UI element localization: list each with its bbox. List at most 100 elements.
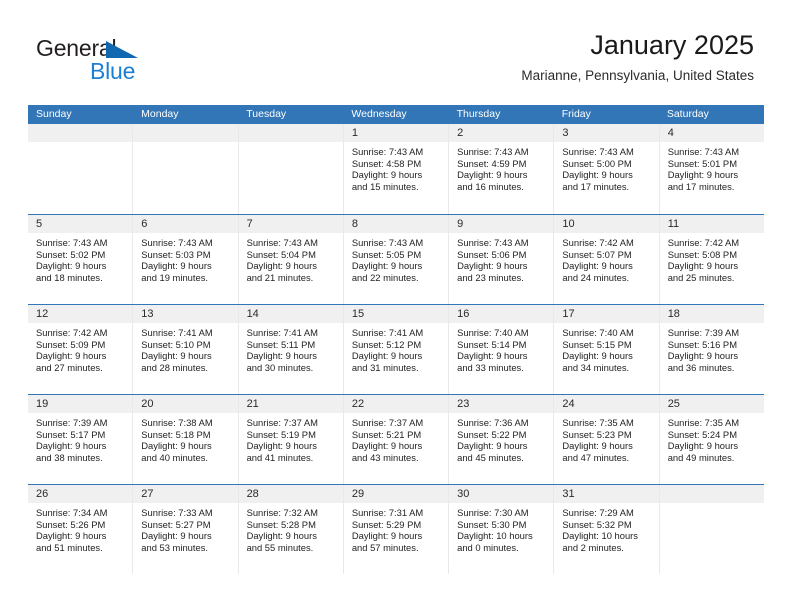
calendar-cell-day[interactable]: 26 Sunrise: 7:34 AM Sunset: 5:26 PM Dayligh…	[28, 485, 133, 574]
day-number: 16	[449, 305, 554, 323]
title-block: January 2025 Marianne, Pennsylvania, Uni…	[521, 28, 754, 85]
calendar-cell-day[interactable]: 11 Sunrise: 7:42 AM Sunset: 5:08 PM Dayligh…	[658, 215, 764, 304]
daylight-text-line1: Daylight: 9 hours	[351, 440, 423, 452]
day-details: Sunrise: 7:43 AM Sunset: 5:02 PM Daylight:…	[28, 233, 132, 283]
calendar-week-row: 26 Sunrise: 7:34 AM Sunset: 5:26 PM Dayligh…	[28, 484, 764, 574]
day-details: Sunrise: 7:39 AM Sunset: 5:17 PM Daylight:…	[28, 413, 132, 463]
sunrise-text: Sunrise: 7:39 AM	[667, 327, 740, 338]
day-details: Sunrise: 7:43 AM Sunset: 5:00 PM Daylight:…	[554, 142, 658, 192]
daylight-text-line2: and 17 minutes.	[562, 180, 630, 192]
calendar-cell-day[interactable]: 14 Sunrise: 7:41 AM Sunset: 5:11 PM Dayligh…	[237, 305, 343, 394]
daylight-text-line1: Daylight: 9 hours	[36, 530, 107, 542]
day-number: 14	[238, 305, 343, 323]
sunset-text: Sunset: 5:14 PM	[457, 338, 527, 350]
day-details: Sunrise: 7:30 AM Sunset: 5:30 PM Daylight:…	[449, 503, 553, 553]
day-details: Sunrise: 7:35 AM Sunset: 5:24 PM Daylight:…	[660, 413, 764, 463]
daylight-text-line2: and 25 minutes.	[667, 271, 735, 283]
sunset-text: Sunset: 5:17 PM	[36, 428, 106, 440]
calendar-cell-day[interactable]: 27 Sunrise: 7:33 AM Sunset: 5:27 PM Dayligh…	[132, 485, 238, 574]
day-number: 29	[343, 485, 449, 503]
calendar-cell-day[interactable]: 30 Sunrise: 7:30 AM Sunset: 5:30 PM Dayligh…	[448, 485, 554, 574]
daylight-text-line1: Daylight: 9 hours	[562, 350, 633, 362]
calendar-cell-day[interactable]: 3 Sunrise: 7:43 AM Sunset: 5:00 PM Daylight…	[553, 124, 659, 214]
daylight-text-line1: Daylight: 9 hours	[457, 260, 528, 272]
calendar-cell-day[interactable]: 9 Sunrise: 7:43 AM Sunset: 5:06 PM Daylight…	[448, 215, 554, 304]
calendar-cell-day[interactable]: 28 Sunrise: 7:32 AM Sunset: 5:28 PM Dayligh…	[237, 485, 343, 574]
sunrise-text: Sunrise: 7:41 AM	[351, 327, 424, 338]
day-number: 13	[133, 305, 238, 323]
day-number: 21	[238, 395, 343, 413]
calendar-cell-day[interactable]: 29 Sunrise: 7:31 AM Sunset: 5:29 PM Dayligh…	[342, 485, 449, 574]
calendar-cell-day[interactable]: 1 Sunrise: 7:43 AM Sunset: 4:58 PM Daylight…	[342, 124, 449, 214]
sunset-text: Sunset: 5:01 PM	[667, 157, 737, 169]
day-number: 26	[28, 485, 133, 503]
day-number: 12	[28, 305, 133, 323]
calendar-cell-day[interactable]: 19 Sunrise: 7:39 AM Sunset: 5:17 PM Dayligh…	[28, 395, 133, 484]
sunset-text: Sunset: 5:11 PM	[246, 338, 316, 350]
daylight-text-line1: Daylight: 9 hours	[246, 440, 317, 452]
day-details: Sunrise: 7:42 AM Sunset: 5:09 PM Daylight:…	[28, 323, 132, 373]
calendar-cell-day[interactable]: 18 Sunrise: 7:39 AM Sunset: 5:16 PM Dayligh…	[658, 305, 764, 394]
sunrise-text: Sunrise: 7:40 AM	[562, 327, 634, 338]
sunset-text: Sunset: 5:09 PM	[36, 338, 106, 350]
calendar-cell-day[interactable]: 23 Sunrise: 7:36 AM Sunset: 5:22 PM Dayligh…	[448, 395, 554, 484]
calendar-cell-day[interactable]: 22 Sunrise: 7:37 AM Sunset: 5:21 PM Dayligh…	[342, 395, 449, 484]
day-details: Sunrise: 7:41 AM Sunset: 5:12 PM Daylight:…	[344, 323, 448, 373]
calendar-cell-day[interactable]: 4 Sunrise: 7:43 AM Sunset: 5:01 PM Daylight…	[658, 124, 764, 214]
page-title: January 2025	[590, 30, 754, 60]
daylight-text-line1: Daylight: 10 hours	[562, 530, 638, 542]
sunset-text: Sunset: 5:27 PM	[141, 518, 211, 530]
calendar-cell-day[interactable]: 17 Sunrise: 7:40 AM Sunset: 5:15 PM Dayligh…	[553, 305, 659, 394]
calendar-cell-day[interactable]: 16 Sunrise: 7:40 AM Sunset: 5:14 PM Dayligh…	[448, 305, 554, 394]
sunrise-text: Sunrise: 7:42 AM	[36, 327, 108, 338]
daylight-text-line2: and 18 minutes.	[36, 271, 103, 283]
daylight-text-line2: and 33 minutes.	[457, 361, 524, 373]
sunrise-text: Sunrise: 7:35 AM	[562, 417, 634, 428]
sunrise-text: Sunrise: 7:41 AM	[141, 327, 213, 338]
daylight-text-line2: and 22 minutes.	[351, 271, 419, 283]
calendar-cell-day[interactable]: 25 Sunrise: 7:35 AM Sunset: 5:24 PM Dayligh…	[658, 395, 764, 484]
daylight-text-line1: Daylight: 9 hours	[457, 169, 528, 181]
day-details: Sunrise: 7:39 AM Sunset: 5:16 PM Daylight:…	[660, 323, 764, 373]
sunset-text: Sunset: 5:00 PM	[562, 157, 632, 169]
calendar-cell-day[interactable]: 12 Sunrise: 7:42 AM Sunset: 5:09 PM Dayligh…	[28, 305, 133, 394]
day-details: Sunrise: 7:43 AM Sunset: 5:01 PM Daylight:…	[660, 142, 764, 192]
brand-logo[interactable]: General Blue	[36, 36, 236, 86]
calendar-cell-day[interactable]: 8 Sunrise: 7:43 AM Sunset: 5:05 PM Daylight…	[342, 215, 449, 304]
daylight-text-line1: Daylight: 9 hours	[246, 350, 317, 362]
calendar-cell-day[interactable]: 24 Sunrise: 7:35 AM Sunset: 5:23 PM Dayligh…	[553, 395, 659, 484]
calendar-cell-day[interactable]: 10 Sunrise: 7:42 AM Sunset: 5:07 PM Dayligh…	[553, 215, 659, 304]
calendar-cell-empty	[132, 124, 238, 214]
sunrise-text: Sunrise: 7:37 AM	[351, 417, 424, 428]
day-number: 31	[554, 485, 659, 503]
sunrise-text: Sunrise: 7:32 AM	[246, 507, 318, 518]
sunrise-text: Sunrise: 7:31 AM	[351, 507, 424, 518]
calendar-week-row: 12 Sunrise: 7:42 AM Sunset: 5:09 PM Dayligh…	[28, 304, 764, 394]
calendar-cell-day[interactable]: 15 Sunrise: 7:41 AM Sunset: 5:12 PM Dayligh…	[342, 305, 449, 394]
sunrise-text: Sunrise: 7:42 AM	[667, 237, 740, 248]
calendar-cell-day[interactable]: 2 Sunrise: 7:43 AM Sunset: 4:59 PM Daylight…	[448, 124, 554, 214]
calendar-cell-day[interactable]: 20 Sunrise: 7:38 AM Sunset: 5:18 PM Dayligh…	[132, 395, 238, 484]
sunrise-text: Sunrise: 7:33 AM	[141, 507, 213, 518]
daylight-text-line2: and 0 minutes.	[457, 541, 519, 553]
sunrise-text: Sunrise: 7:39 AM	[36, 417, 108, 428]
calendar-cell-day[interactable]: 31 Sunrise: 7:29 AM Sunset: 5:32 PM Dayligh…	[553, 485, 659, 574]
daylight-text-line1: Daylight: 9 hours	[562, 169, 633, 181]
sunrise-text: Sunrise: 7:43 AM	[562, 146, 634, 157]
day-number: 1	[343, 124, 449, 142]
daylight-text-line2: and 57 minutes.	[351, 541, 419, 553]
day-number: 2	[449, 124, 554, 142]
daylight-text-line1: Daylight: 9 hours	[351, 260, 423, 272]
calendar-cell-day[interactable]: 21 Sunrise: 7:37 AM Sunset: 5:19 PM Dayligh…	[237, 395, 343, 484]
day-details: Sunrise: 7:37 AM Sunset: 5:19 PM Daylight:…	[239, 413, 343, 463]
day-details: Sunrise: 7:33 AM Sunset: 5:27 PM Daylight:…	[133, 503, 237, 553]
day-number	[28, 124, 133, 142]
calendar-cell-day[interactable]: 6 Sunrise: 7:43 AM Sunset: 5:03 PM Daylight…	[132, 215, 238, 304]
day-number: 17	[554, 305, 659, 323]
daylight-text-line1: Daylight: 9 hours	[667, 440, 739, 452]
calendar-week-row: 5 Sunrise: 7:43 AM Sunset: 5:02 PM Daylight…	[28, 214, 764, 304]
calendar-cell-day[interactable]: 13 Sunrise: 7:41 AM Sunset: 5:10 PM Dayligh…	[132, 305, 238, 394]
calendar-cell-day[interactable]: 7 Sunrise: 7:43 AM Sunset: 5:04 PM Daylight…	[237, 215, 343, 304]
day-number	[659, 485, 764, 503]
calendar-cell-day[interactable]: 5 Sunrise: 7:43 AM Sunset: 5:02 PM Daylight…	[28, 215, 133, 304]
